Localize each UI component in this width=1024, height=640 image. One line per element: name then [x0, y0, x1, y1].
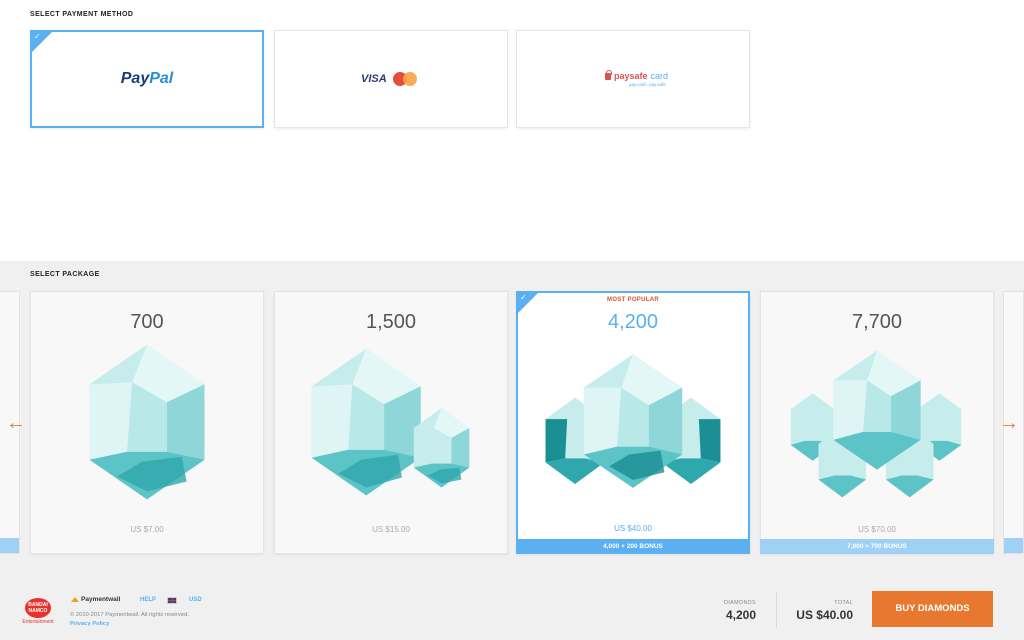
diamond-icon: [790, 350, 962, 498]
package-section-title: SELECT PACKAGE: [30, 271, 100, 278]
paymentwall-icon: [71, 597, 79, 602]
diamonds-label: DIAMONDS: [723, 600, 756, 606]
total-label: TOTAL: [834, 600, 853, 606]
paysafecard-logo: paysafe card pay.cash. pay.safe: [605, 69, 668, 87]
diamond-icon: [545, 354, 721, 488]
package-amount: 700: [130, 311, 164, 333]
bandai-namco-logo: BANDAI NAMCO Entertainment: [20, 598, 56, 626]
privacy-policy-link[interactable]: Privacy Policy: [70, 621, 109, 627]
arrow-left-icon[interactable]: ←: [5, 412, 27, 434]
package-price: US $70.00: [858, 525, 896, 534]
check-icon: ✓: [34, 32, 41, 41]
package-card-7700[interactable]: 7,700 US $70.00 7,000 + 700 BONUS: [760, 291, 994, 554]
help-link[interactable]: HELP: [140, 597, 156, 603]
card-logos: VISA: [361, 72, 417, 86]
total-value: US $40.00: [796, 608, 853, 622]
package-amount: 4,200: [607, 311, 659, 333]
payment-section-title: SELECT PAYMENT METHOD: [30, 11, 134, 18]
copyright-text: © 2010-2017 Paymentwall. All rights rese…: [70, 612, 189, 627]
package-card-4200[interactable]: ✓ MOST POPULAR 4,200 US $40.00 4,000 + 2…: [516, 291, 750, 554]
package-card-700[interactable]: 700 US $7.00: [30, 291, 264, 554]
visa-logo: VISA: [361, 73, 387, 85]
bonus-bar: 4,000 + 200 BONUS: [516, 539, 750, 554]
payment-method-paypal[interactable]: ✓ PayPal: [30, 30, 264, 128]
diamond-icon: [89, 344, 205, 500]
summary-divider: [776, 592, 777, 628]
paymentwall-logo: Paymentwall: [71, 596, 120, 603]
currency-selector[interactable]: USD: [189, 597, 202, 603]
diamond-icon: [311, 348, 470, 496]
buy-diamonds-button[interactable]: BUY DIAMONDS: [872, 591, 993, 627]
uk-flag-icon[interactable]: [167, 597, 177, 604]
footer: [0, 579, 1024, 640]
bonus-bar: 7,000 + 700 BONUS: [760, 539, 994, 554]
package-amount: 7,700: [851, 311, 903, 333]
mastercard-icon: [392, 72, 417, 86]
package-amount: 1,500: [365, 311, 417, 333]
lock-icon: [605, 69, 612, 80]
package-price: US $40.00: [614, 524, 652, 533]
diamonds-value: 4,200: [725, 608, 756, 622]
payment-method-visa-mastercard[interactable]: VISA: [274, 30, 508, 128]
package-price: US $7.00: [130, 525, 164, 534]
package-price: US $15.00: [372, 525, 410, 534]
arrow-right-icon[interactable]: →: [998, 412, 1020, 434]
package-card-1500[interactable]: 1,500 US $15.00: [274, 291, 508, 554]
most-popular-badge: MOST POPULAR: [607, 297, 659, 303]
payment-method-paysafecard[interactable]: paysafe card pay.cash. pay.safe: [516, 30, 750, 128]
paypal-logo: PayPal: [120, 70, 174, 87]
